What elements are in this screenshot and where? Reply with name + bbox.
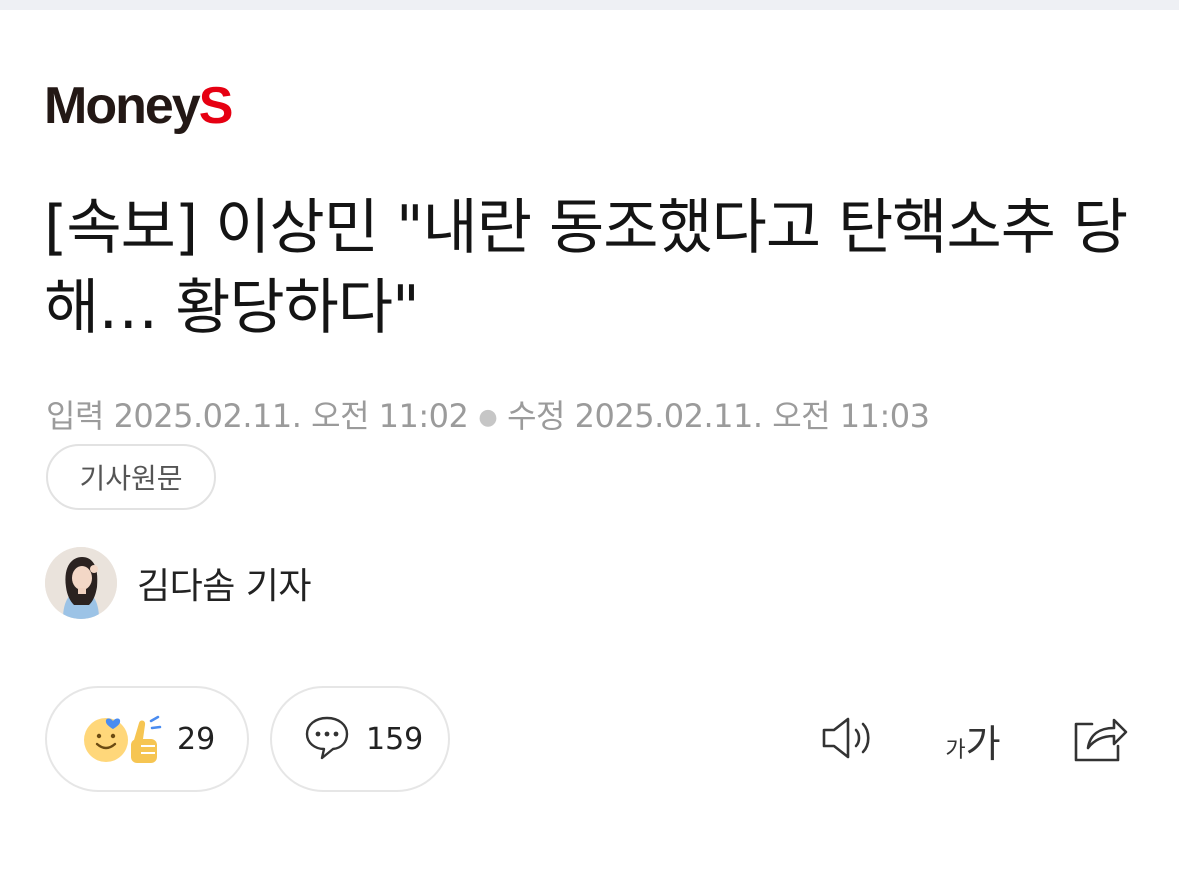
top-strip bbox=[0, 0, 1179, 10]
reaction-button[interactable]: 29 bbox=[45, 686, 249, 792]
input-time: 2025.02.11. 오전 11:02 bbox=[113, 397, 469, 435]
reaction-count: 29 bbox=[177, 721, 216, 757]
edit-time: 2025.02.11. 오전 11:03 bbox=[574, 397, 930, 435]
press-logo[interactable]: MoneyS bbox=[44, 74, 234, 138]
share-icon bbox=[1068, 712, 1128, 768]
font-size-small-label: 가 bbox=[945, 737, 966, 763]
author-name: 김다솜 기자 bbox=[137, 566, 312, 607]
share-button[interactable] bbox=[1068, 712, 1128, 768]
author-avatar[interactable] bbox=[45, 547, 117, 619]
original-article-button[interactable]: 기사원문 bbox=[46, 444, 216, 510]
font-size-large-label: 가 bbox=[965, 721, 1001, 766]
input-label: 입력 bbox=[46, 397, 104, 435]
smile-thumbs-up-icon bbox=[79, 709, 163, 769]
author-block[interactable]: 김다솜 기자 bbox=[45, 547, 312, 619]
comment-count: 159 bbox=[366, 721, 424, 757]
article-title: [속보] 이상민 "내란 동조했다고 탄핵소추 당해… 황당하다" bbox=[44, 193, 1128, 343]
font-size-icon: 가가 bbox=[945, 713, 1000, 768]
article-timestamps: 입력 2025.02.11. 오전 11:02 ● 수정 2025.02.11. 오… bbox=[46, 394, 930, 438]
comment-button[interactable]: 159 bbox=[270, 686, 450, 792]
logo-text-accent: S bbox=[198, 77, 234, 135]
edit-label: 수정 bbox=[507, 397, 565, 435]
font-size-button[interactable]: 가가 bbox=[938, 712, 1008, 768]
speaker-button[interactable] bbox=[818, 712, 878, 768]
speech-bubble-icon bbox=[302, 712, 352, 766]
logo-text-main: Money bbox=[44, 77, 201, 135]
speaker-icon bbox=[819, 713, 877, 767]
separator-dot: ● bbox=[478, 405, 498, 430]
